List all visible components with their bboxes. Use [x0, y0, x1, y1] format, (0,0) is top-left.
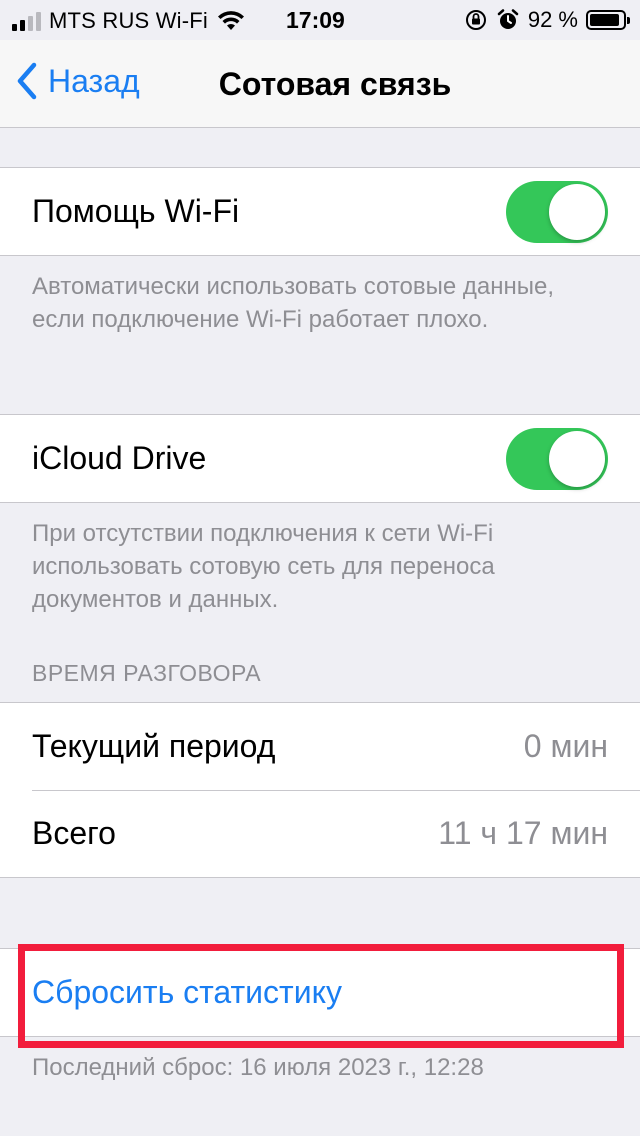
status-left: MTS RUS Wi-Fi	[12, 8, 246, 34]
navigation-bar: Назад Сотовая связь	[0, 40, 640, 128]
total-value: 11 ч 17 мин	[438, 815, 608, 851]
call-time-group: Текущий период 0 мин Всего 11 ч 17 мин	[0, 702, 640, 878]
carrier-name: MTS RUS Wi-Fi	[49, 8, 209, 33]
settings-screen: MTS RUS Wi-Fi 17:09 92 % Назад Сотовая с…	[0, 0, 640, 1136]
status-time: 17:09	[286, 7, 345, 33]
icloud-drive-row: iCloud Drive	[0, 415, 640, 502]
battery-icon	[586, 10, 630, 30]
battery-fill	[590, 14, 619, 26]
current-period-row: Текущий период 0 мин	[0, 703, 640, 790]
wifi-assist-label: Помощь Wi-Fi	[32, 193, 240, 229]
orientation-lock-icon	[465, 10, 486, 30]
toggle-knob	[549, 183, 605, 240]
status-bar: MTS RUS Wi-Fi 17:09 92 %	[0, 0, 640, 40]
reset-statistics-button[interactable]: Сбросить статистику	[0, 949, 640, 1036]
current-period-value: 0 мин	[523, 728, 608, 764]
wifi-icon	[218, 11, 245, 30]
signal-icon	[12, 11, 41, 31]
page-title: Сотовая связь	[218, 66, 452, 102]
icloud-drive-toggle[interactable]	[506, 427, 608, 490]
icloud-drive-group: iCloud Drive	[0, 414, 640, 503]
battery-percent: 92 %	[527, 7, 578, 32]
icloud-drive-label: iCloud Drive	[32, 440, 207, 476]
wifi-assist-group: Помощь Wi-Fi	[0, 167, 640, 256]
total-row: Всего 11 ч 17 мин	[0, 790, 640, 877]
reset-group: Сбросить статистику	[0, 948, 640, 1037]
reset-statistics-label: Сбросить статистику	[32, 974, 342, 1010]
total-label: Всего	[32, 815, 116, 851]
status-right: 92 %	[464, 7, 630, 33]
wifi-assist-toggle[interactable]	[506, 180, 608, 243]
wifi-assist-footer: Автоматически использовать сотовые данны…	[32, 273, 555, 333]
toggle-knob	[549, 430, 605, 487]
call-time-header: ВРЕМЯ РАЗГОВОРА	[32, 660, 262, 686]
icloud-drive-footer: При отсутствии подключения к сети Wi-Fi …	[32, 520, 495, 613]
last-reset-text: Последний сброс: 16 июля 2023 г., 12:28	[32, 1054, 484, 1081]
current-period-label: Текущий период	[32, 728, 276, 764]
alarm-icon	[497, 9, 519, 29]
wifi-assist-row: Помощь Wi-Fi	[0, 168, 640, 255]
